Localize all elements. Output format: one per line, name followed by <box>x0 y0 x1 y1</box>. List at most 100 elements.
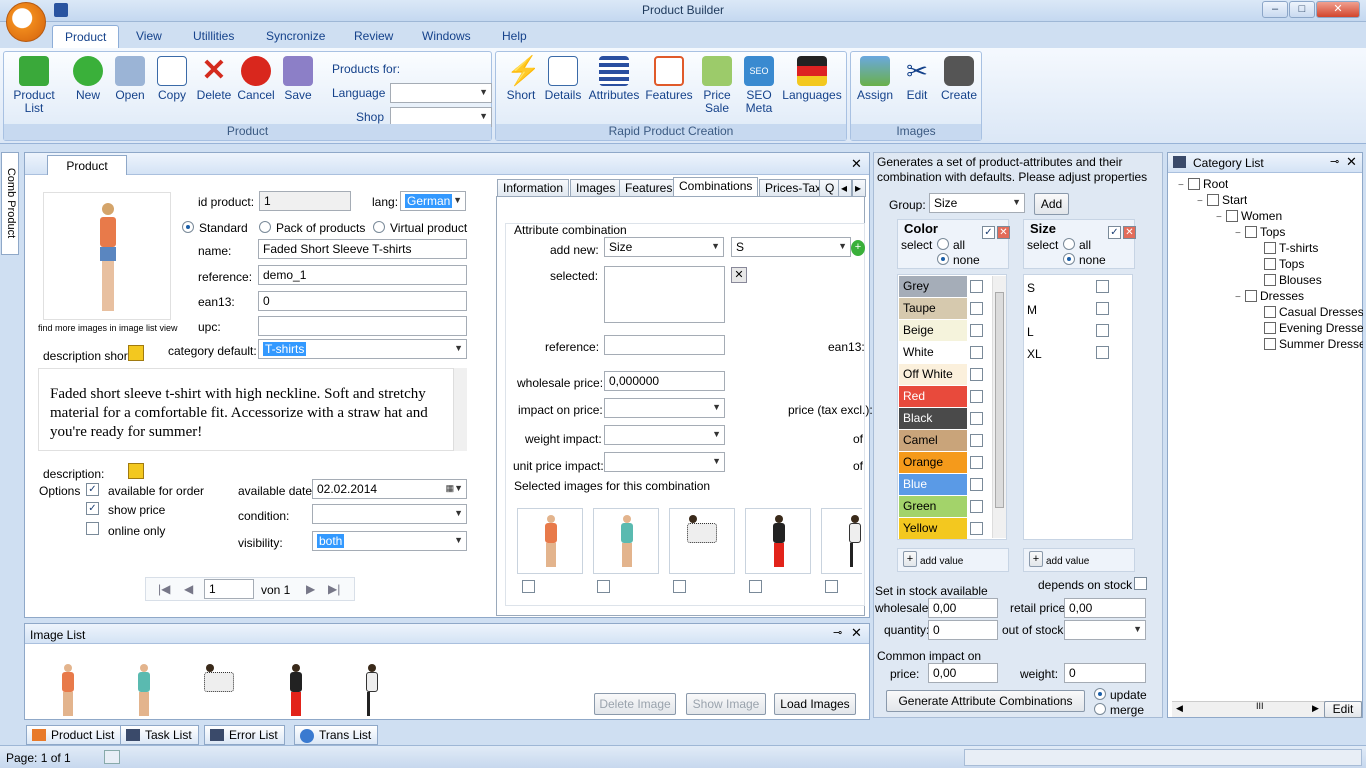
category-select[interactable]: T-shirts ▼ <box>258 339 467 359</box>
size-select-none-radio[interactable] <box>1063 253 1075 265</box>
category-checkbox[interactable] <box>1264 306 1276 318</box>
reference-input[interactable]: demo_1 <box>258 265 467 285</box>
color-clear-icon[interactable]: ✕ <box>997 226 1010 239</box>
save-button[interactable]: Save <box>278 56 318 102</box>
size-clear-icon[interactable]: ✕ <box>1123 226 1136 239</box>
selected-attributes-list[interactable] <box>604 266 725 323</box>
open-button[interactable]: Open <box>110 56 150 102</box>
color-value-checkbox[interactable] <box>970 346 983 359</box>
load-images-button[interactable]: Load Images <box>774 693 856 715</box>
edit-description-icon[interactable] <box>128 463 144 479</box>
tab-information[interactable]: Information <box>497 179 570 197</box>
color-select-all-radio[interactable] <box>937 238 949 250</box>
impact-price-select[interactable]: ▼ <box>604 398 725 418</box>
color-value-checkbox[interactable] <box>970 324 983 337</box>
color-value-checkbox[interactable] <box>970 412 983 425</box>
attribute-value-select[interactable]: S ▼ <box>731 237 851 257</box>
close-panel-icon[interactable]: ✕ <box>851 156 862 172</box>
quantity-input[interactable]: 0 <box>928 620 998 640</box>
available-checkbox[interactable]: ✓ <box>86 483 99 496</box>
combination-image-checkbox[interactable] <box>749 580 762 593</box>
pack-radio[interactable] <box>259 221 271 233</box>
size-value-checkbox[interactable] <box>1096 302 1109 315</box>
lang-select[interactable]: German ▼ <box>400 191 466 211</box>
name-input[interactable]: Faded Short Sleeve T-shirts <box>258 239 467 259</box>
tabs-scroll-left[interactable]: ◂ <box>838 179 852 197</box>
category-tree-node[interactable]: T-shirts <box>1254 241 1318 255</box>
price-sale-button[interactable]: Price Sale <box>698 56 736 115</box>
maximize-button[interactable]: □ <box>1289 1 1315 18</box>
combination-image-thumb[interactable] <box>821 508 862 574</box>
group-select[interactable]: Size ▼ <box>929 193 1025 213</box>
seo-meta-button[interactable]: SEO SEO Meta <box>740 56 778 115</box>
category-tree-node[interactable]: Casual Dresses <box>1254 305 1363 319</box>
description-scrollbar[interactable] <box>453 368 467 451</box>
wholesale-price-input[interactable]: 0,000000 <box>604 371 725 391</box>
tab-prices-tax[interactable]: Prices-Tax <box>759 179 828 197</box>
category-tree-node[interactable]: Summer Dresses <box>1254 337 1363 351</box>
gen-price-input[interactable]: 0,00 <box>928 663 998 683</box>
cancel-button[interactable]: Cancel <box>236 56 276 102</box>
assign-button[interactable]: Assign <box>855 56 895 102</box>
category-tree-node[interactable]: − Start <box>1197 193 1247 207</box>
tab-view[interactable]: View <box>124 25 174 48</box>
tabs-scroll-right[interactable]: ▸ <box>852 179 866 197</box>
tab-combinations[interactable]: Combinations <box>673 177 759 197</box>
app-logo[interactable] <box>6 2 46 42</box>
category-tree-node[interactable]: − Women <box>1216 209 1282 223</box>
close-image-list-icon[interactable]: ✕ <box>851 625 862 641</box>
expand-icon[interactable]: − <box>1235 228 1245 239</box>
category-checkbox[interactable] <box>1264 338 1276 350</box>
tab-windows[interactable]: Windows <box>410 25 483 48</box>
color-list-scrollbar[interactable] <box>992 276 1006 538</box>
show-price-checkbox[interactable]: ✓ <box>86 502 99 515</box>
trans-list-tab[interactable]: Trans List <box>294 725 379 745</box>
close-category-icon[interactable]: ✕ <box>1346 154 1357 170</box>
tab-utilities[interactable]: Utillities <box>181 25 246 48</box>
prev-page-icon[interactable]: ◀ <box>184 582 193 596</box>
delete-button[interactable]: ✕ Delete <box>194 56 234 102</box>
color-value-checkbox[interactable] <box>970 456 983 469</box>
copy-button[interactable]: Copy <box>152 56 192 102</box>
category-tree-node[interactable]: Tops <box>1254 257 1304 271</box>
category-checkbox[interactable] <box>1264 258 1276 270</box>
color-value-checkbox[interactable] <box>970 368 983 381</box>
combination-image-thumb[interactable] <box>593 508 659 574</box>
category-checkbox[interactable] <box>1264 274 1276 286</box>
combination-image-checkbox[interactable] <box>597 580 610 593</box>
category-checkbox[interactable] <box>1245 226 1257 238</box>
upc-input[interactable] <box>258 316 467 336</box>
size-value-checkbox[interactable] <box>1096 346 1109 359</box>
add-group-button[interactable]: Add <box>1034 193 1069 215</box>
expand-icon[interactable]: − <box>1178 180 1188 191</box>
size-value-checkbox[interactable] <box>1096 324 1109 337</box>
color-value-checkbox[interactable] <box>970 434 983 447</box>
delete-image-button[interactable]: Delete Image <box>594 693 676 715</box>
category-checkbox[interactable] <box>1245 290 1257 302</box>
category-tree-node[interactable]: Evening Dresses <box>1254 321 1363 335</box>
color-value-checkbox[interactable] <box>970 390 983 403</box>
expand-icon[interactable]: − <box>1197 196 1207 207</box>
add-combination-icon[interactable]: + <box>851 240 865 256</box>
size-add-value-icon[interactable]: + <box>1029 551 1043 567</box>
combination-image-thumb[interactable] <box>745 508 811 574</box>
product-list-button[interactable]: Product List <box>9 56 59 115</box>
size-value-checkbox[interactable] <box>1096 280 1109 293</box>
edit-pencil-icon[interactable] <box>128 345 144 361</box>
unit-price-impact-select[interactable]: ▼ <box>604 452 725 472</box>
tab-images[interactable]: Images <box>570 179 622 197</box>
close-window-button[interactable]: ✕ <box>1316 1 1360 18</box>
color-value-checkbox[interactable] <box>970 522 983 535</box>
show-image-button[interactable]: Show Image <box>686 693 766 715</box>
size-check-all[interactable]: ✓ <box>1108 226 1121 239</box>
languages-button[interactable]: Languages <box>780 56 844 102</box>
color-value-checkbox[interactable] <box>970 302 983 315</box>
color-check-all[interactable]: ✓ <box>982 226 995 239</box>
image-list-thumb[interactable] <box>263 658 329 718</box>
task-list-tab[interactable]: Task List <box>120 725 199 745</box>
depends-on-stock-checkbox[interactable] <box>1134 577 1147 590</box>
expand-icon[interactable]: − <box>1235 292 1245 303</box>
features-button[interactable]: Features <box>644 56 694 102</box>
retail-price-input[interactable]: 0,00 <box>1064 598 1146 618</box>
pin-icon[interactable]: ⊸ <box>833 626 842 639</box>
